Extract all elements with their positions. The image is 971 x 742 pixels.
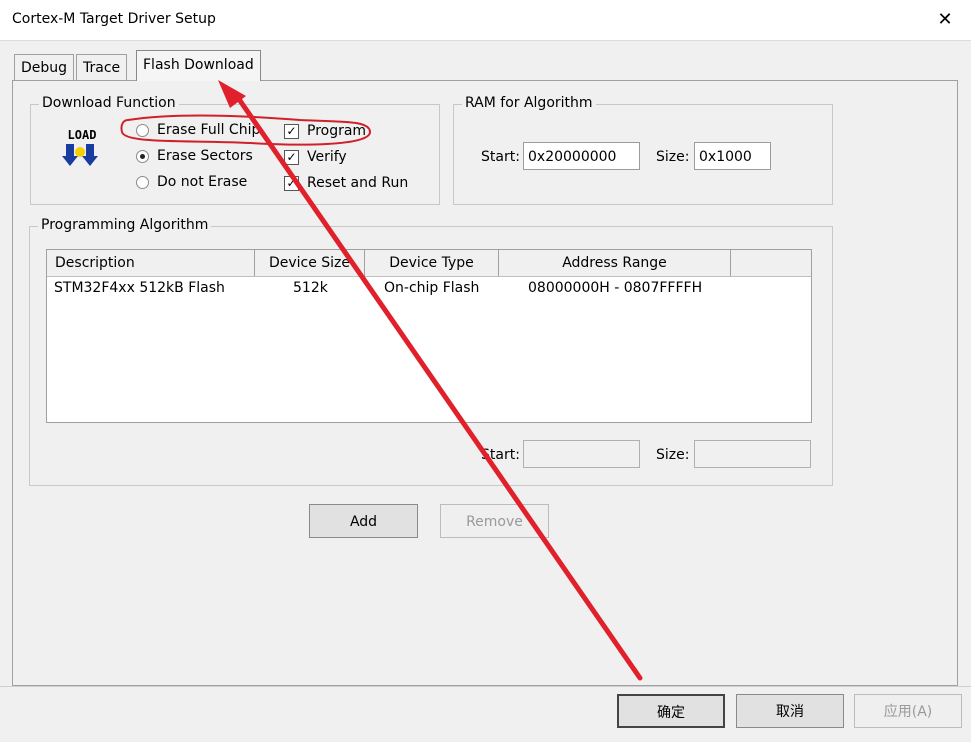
algorithm-size-input[interactable] bbox=[694, 440, 811, 468]
radio-label: Erase Full Chip bbox=[157, 122, 261, 138]
cell-device-size: 512k bbox=[293, 280, 328, 296]
divider bbox=[0, 686, 971, 687]
ram-for-algorithm-title: RAM for Algorithm bbox=[462, 95, 596, 111]
ok-button[interactable]: 确定 bbox=[617, 694, 725, 728]
tab-debug[interactable]: Debug bbox=[14, 54, 75, 81]
column-device-size[interactable]: Device Size bbox=[255, 250, 365, 276]
radio-erase-sectors[interactable]: Erase Sectors bbox=[136, 148, 253, 164]
tab-debug-label: Debug bbox=[21, 60, 68, 76]
cell-device-type: On-chip Flash bbox=[384, 280, 480, 296]
column-device-type[interactable]: Device Type bbox=[365, 250, 499, 276]
checkbox-verify[interactable]: ✓ Verify bbox=[284, 149, 347, 165]
checkbox-label: Verify bbox=[307, 149, 347, 165]
column-description[interactable]: Description bbox=[47, 250, 255, 276]
remove-button[interactable]: Remove bbox=[440, 504, 549, 538]
download-function-title: Download Function bbox=[39, 95, 179, 111]
checkbox-label: Reset and Run bbox=[307, 175, 409, 191]
list-header: Description Device Size Device Type Addr… bbox=[47, 250, 811, 277]
checkbox-reset-and-run[interactable]: ✓ Reset and Run bbox=[284, 175, 408, 191]
window-title: Cortex-M Target Driver Setup bbox=[12, 11, 216, 27]
ram-size-label: Size: bbox=[656, 149, 690, 165]
tab-flash-download-label: Flash Download bbox=[143, 57, 254, 73]
ram-start-label: Start: bbox=[481, 149, 520, 165]
checkmark-icon[interactable]: ✓ bbox=[284, 123, 299, 139]
radio-dot-selected[interactable] bbox=[136, 149, 149, 163]
load-icon: LOAD bbox=[60, 128, 104, 170]
checkbox-label: Program bbox=[307, 123, 367, 139]
cell-description: STM32F4xx 512kB Flash bbox=[54, 280, 225, 296]
algorithm-size-label: Size: bbox=[656, 447, 690, 463]
algorithm-start-label: Start: bbox=[481, 447, 520, 463]
cell-address-range: 08000000H - 0807FFFFH bbox=[528, 280, 703, 296]
apply-button[interactable]: 应用(A) bbox=[854, 694, 962, 728]
radio-dot[interactable] bbox=[136, 175, 149, 189]
radio-dot[interactable] bbox=[136, 123, 149, 137]
title-bar: Cortex-M Target Driver Setup ✕ bbox=[0, 0, 971, 41]
checkmark-icon[interactable]: ✓ bbox=[284, 175, 299, 191]
load-icon-text: LOAD bbox=[67, 128, 97, 142]
ram-start-input[interactable]: 0x20000000 bbox=[523, 142, 640, 170]
radio-do-not-erase[interactable]: Do not Erase bbox=[136, 174, 247, 190]
tab-flash-download[interactable]: Flash Download bbox=[136, 50, 261, 81]
tab-trace[interactable]: Trace bbox=[76, 54, 128, 81]
add-button[interactable]: Add bbox=[309, 504, 418, 538]
checkmark-icon[interactable]: ✓ bbox=[284, 149, 299, 165]
algorithm-start-input[interactable] bbox=[523, 440, 640, 468]
algorithm-list[interactable]: Description Device Size Device Type Addr… bbox=[46, 249, 812, 423]
column-address-range[interactable]: Address Range bbox=[499, 250, 731, 276]
close-icon[interactable]: ✕ bbox=[935, 10, 955, 30]
ram-size-input[interactable]: 0x1000 bbox=[694, 142, 771, 170]
tab-trace-label: Trace bbox=[83, 60, 121, 76]
radio-label: Erase Sectors bbox=[157, 148, 253, 164]
cancel-button[interactable]: 取消 bbox=[736, 694, 844, 728]
checkbox-program[interactable]: ✓ Program bbox=[284, 123, 366, 139]
radio-erase-full-chip[interactable]: Erase Full Chip bbox=[136, 122, 260, 138]
radio-label: Do not Erase bbox=[157, 174, 248, 190]
programming-algorithm-title: Programming Algorithm bbox=[38, 217, 212, 233]
